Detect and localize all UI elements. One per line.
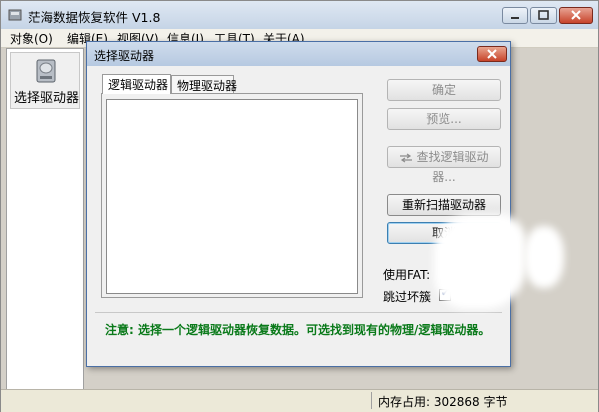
- memory-usage-status: 内存占用: 302868 字节: [378, 395, 508, 409]
- minimize-button[interactable]: [502, 7, 528, 24]
- find-logical-drive-button[interactable]: 查找逻辑驱动器...: [387, 146, 501, 184]
- status-bar: 内存占用: 302868 字节: [1, 389, 598, 412]
- maximize-button[interactable]: [530, 7, 557, 24]
- dialog-close-button[interactable]: [477, 46, 507, 62]
- select-drive-dialog: 选择驱动器 逻辑驱动器 物理驱动器 确定 预览... 查找逻辑驱动器... 重新…: [86, 41, 511, 367]
- select-drive-tool-button[interactable]: 选择驱动器: [10, 52, 80, 109]
- minimize-icon: [511, 17, 519, 19]
- tool-panel: 选择驱动器: [6, 48, 84, 398]
- redaction-mark: [524, 226, 564, 288]
- hard-drive-icon: [36, 59, 56, 83]
- tab-logical-drive[interactable]: 逻辑驱动器: [102, 74, 171, 94]
- window-title: 茫海数据恢复软件 V1.8: [28, 10, 161, 25]
- close-icon: [487, 49, 497, 59]
- dialog-title: 选择驱动器: [94, 49, 155, 63]
- find-logical-drive-label: 查找逻辑驱动器...: [416, 150, 489, 184]
- divider: [95, 312, 502, 313]
- select-drive-tool-label: 选择驱动器: [14, 91, 80, 106]
- status-separator: [371, 392, 372, 409]
- dialog-title-bar[interactable]: 选择驱动器: [87, 42, 510, 66]
- tab-panel: [101, 93, 363, 298]
- close-button[interactable]: [559, 7, 593, 24]
- app-icon: [8, 9, 22, 21]
- title-bar[interactable]: 茫海数据恢复软件 V1.8: [1, 1, 598, 29]
- drive-list[interactable]: [106, 99, 358, 294]
- note-text: 注意: 选择一个逻辑驱动器恢复数据。可选找到现有的物理/逻辑驱动器。: [105, 323, 491, 337]
- tab-physical-drive[interactable]: 物理驱动器: [171, 75, 237, 93]
- redaction-mark: [434, 214, 526, 309]
- maximize-icon: [538, 10, 549, 20]
- find-arrows-icon: [400, 153, 413, 162]
- use-fat-label: 使用FAT:: [383, 268, 431, 282]
- menu-object[interactable]: 对象(O): [10, 30, 53, 47]
- close-icon: [571, 10, 581, 20]
- skip-bad-clusters-label: 跳过坏簇: [383, 290, 432, 304]
- preview-button[interactable]: 预览...: [387, 108, 501, 130]
- rescan-drives-button[interactable]: 重新扫描驱动器: [387, 194, 501, 216]
- ok-button[interactable]: 确定: [387, 79, 501, 101]
